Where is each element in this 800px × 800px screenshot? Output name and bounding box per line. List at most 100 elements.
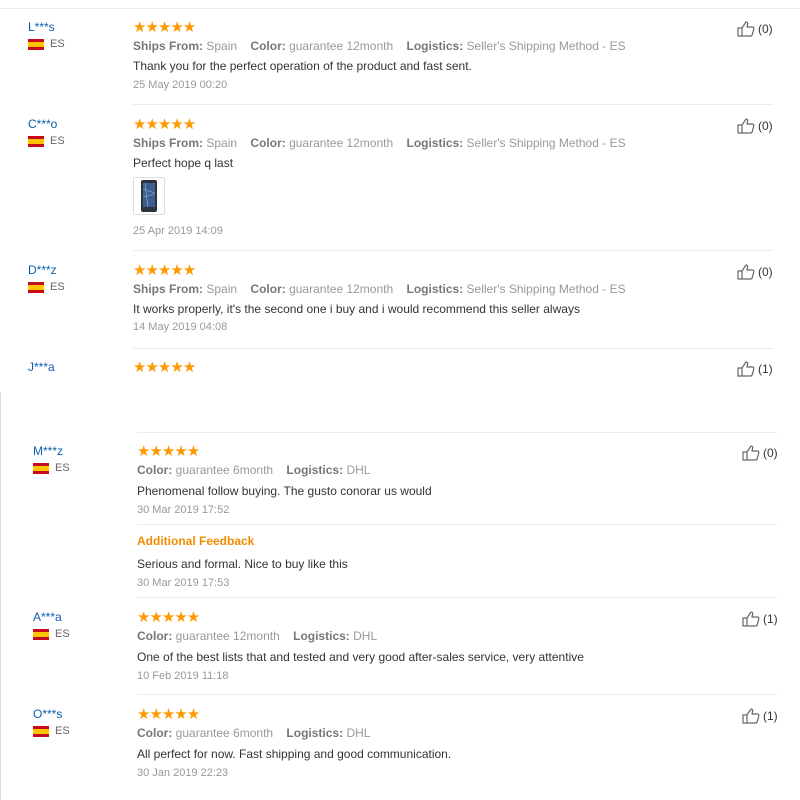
star-rating: ★★★★★ <box>137 706 200 723</box>
like-count: (0) <box>758 22 773 36</box>
reviewer-name[interactable]: J***a <box>28 360 55 374</box>
ships-from-value: Spain <box>206 136 238 150</box>
like-button[interactable]: (0) <box>737 264 773 280</box>
review-date: 30 Jan 2019 22:23 <box>137 767 229 779</box>
color-value: guarantee 12month <box>289 136 394 150</box>
review-text: Thank you for the perfect operation of t… <box>133 59 472 73</box>
like-button[interactable]: (0) <box>737 118 773 134</box>
divider <box>137 694 777 695</box>
logistics-label: Logistics: <box>406 282 464 296</box>
color-label: Color: <box>250 39 286 53</box>
country-code: ES <box>50 135 65 147</box>
star-rating: ★★★★★ <box>137 443 200 460</box>
divider <box>133 104 773 105</box>
reviewer-country: ES <box>28 135 65 147</box>
divider <box>137 597 777 598</box>
like-button[interactable]: (0) <box>737 21 773 37</box>
additional-feedback-text: Serious and formal. Nice to buy like thi… <box>137 557 348 571</box>
country-code: ES <box>50 38 65 50</box>
color-label: Color: <box>250 136 286 150</box>
logistics-value: DHL <box>346 726 371 740</box>
reviewer-name[interactable]: L***s <box>28 20 55 34</box>
review-meta: Ships From: Spain Color: guarantee 12mon… <box>133 39 636 53</box>
review-date: 25 Apr 2019 14:09 <box>133 225 223 237</box>
review-date: 14 May 2019 04:08 <box>133 321 228 333</box>
spain-flag-icon <box>33 725 49 737</box>
thumbs-up-icon <box>737 264 755 280</box>
additional-feedback-date: 30 Mar 2019 17:53 <box>137 577 230 589</box>
divider <box>133 348 773 349</box>
color-label: Color: <box>250 282 286 296</box>
review-date: 10 Feb 2019 11:18 <box>137 670 229 682</box>
logistics-value: Seller's Shipping Method - ES <box>466 282 626 296</box>
review-meta: Ships From: Spain Color: guarantee 12mon… <box>133 136 636 150</box>
review-text: Phenomenal follow buying. The gusto cono… <box>137 484 432 498</box>
like-count: (1) <box>763 612 778 626</box>
review-text: It works properly, it's the second one i… <box>133 302 580 316</box>
logistics-value: Seller's Shipping Method - ES <box>466 39 626 53</box>
thumbs-up-icon <box>742 445 760 461</box>
ships-from-label: Ships From: <box>133 136 204 150</box>
divider <box>137 524 777 525</box>
like-count: (1) <box>763 709 778 723</box>
reviewer-name[interactable]: C***o <box>28 117 57 131</box>
country-code: ES <box>55 628 70 640</box>
star-rating: ★★★★★ <box>133 19 196 36</box>
star-rating: ★★★★★ <box>133 359 196 376</box>
divider <box>137 432 777 433</box>
reviewer-country: ES <box>33 628 70 640</box>
reviewer-country: ES <box>28 281 65 293</box>
thumbs-up-icon <box>742 611 760 627</box>
thumbs-up-icon <box>737 361 755 377</box>
star-rating: ★★★★★ <box>133 116 196 133</box>
reviewer-country: ES <box>28 38 65 50</box>
thumbs-up-icon <box>742 708 760 724</box>
country-code: ES <box>55 725 70 737</box>
like-button[interactable]: (1) <box>742 611 778 627</box>
spain-flag-icon <box>33 628 49 640</box>
review-meta: Ships From: Spain Color: guarantee 12mon… <box>133 282 636 296</box>
star-rating: ★★★★★ <box>133 262 196 279</box>
star-rating: ★★★★★ <box>137 609 200 626</box>
like-count: (0) <box>758 119 773 133</box>
review-text: One of the best lists that and tested an… <box>137 650 584 664</box>
logistics-label: Logistics: <box>406 39 464 53</box>
review-list-bottom: M***z ES ★★★★★ Color: guarantee 6month L… <box>0 392 800 800</box>
ships-from-label: Ships From: <box>133 282 204 296</box>
review-list-top: L***s ES ★★★★★ Ships From: Spain Color: … <box>0 0 800 392</box>
reviewer-country: ES <box>33 725 70 737</box>
country-code: ES <box>50 281 65 293</box>
like-count: (1) <box>758 362 773 376</box>
reviewer-name[interactable]: A***a <box>33 610 62 624</box>
like-count: (0) <box>758 265 773 279</box>
like-count: (0) <box>763 446 778 460</box>
logistics-value: DHL <box>346 463 371 477</box>
ships-from-value: Spain <box>206 39 238 53</box>
review-date: 25 May 2019 00:20 <box>133 79 228 91</box>
like-button[interactable]: (0) <box>742 445 778 461</box>
ships-from-label: Ships From: <box>133 39 204 53</box>
review-text: All perfect for now. Fast shipping and g… <box>137 747 452 761</box>
logistics-label: Logistics: <box>286 463 344 477</box>
review-meta: Color: guarantee 6month Logistics: DHL <box>137 463 380 477</box>
review-date: 30 Mar 2019 17:52 <box>137 504 230 516</box>
logistics-label: Logistics: <box>286 726 344 740</box>
color-value: guarantee 6month <box>175 463 274 477</box>
thumbs-up-icon <box>737 21 755 37</box>
review-photo-thumbnail[interactable] <box>133 177 165 215</box>
spain-flag-icon <box>33 462 49 474</box>
phone-photo-icon <box>141 180 157 212</box>
color-value: guarantee 6month <box>175 726 274 740</box>
logistics-value: Seller's Shipping Method - ES <box>466 136 626 150</box>
review-meta: Color: guarantee 6month Logistics: DHL <box>137 726 380 740</box>
color-label: Color: <box>137 463 173 477</box>
spain-flag-icon <box>28 281 44 293</box>
like-button[interactable]: (1) <box>737 361 773 377</box>
reviewer-name[interactable]: D***z <box>28 263 57 277</box>
color-value: guarantee 12month <box>289 282 394 296</box>
color-value: guarantee 12month <box>175 629 280 643</box>
review-text: Perfect hope q last <box>133 156 234 170</box>
like-button[interactable]: (1) <box>742 708 778 724</box>
reviewer-name[interactable]: O***s <box>33 707 62 721</box>
reviewer-name[interactable]: M***z <box>33 444 63 458</box>
